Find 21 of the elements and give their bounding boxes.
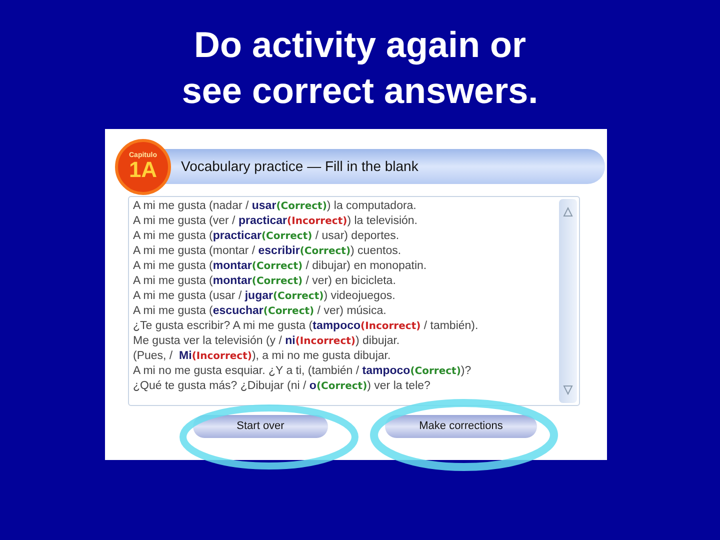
activity-title: Vocabulary practice — Fill in the blank [181, 157, 418, 176]
answer-sentence: ¿Te gusta escribir? A mi me gusta (tampoco(Incorrect) / también). [133, 319, 478, 334]
answer-sentence: (Pues, / Mi(Incorrect)), a mi no me gusta dibujar. [133, 349, 391, 364]
make-corrections-button[interactable]: Make corrections [385, 415, 537, 438]
answer-sentence: A mi me gusta (montar(Correct) / dibujar) en monopatin. [133, 259, 427, 274]
answer-sentence: A mi me gusta (nadar / usar(Correct)) la computadora. [133, 199, 416, 214]
answer-sentence: ¿Qué te gusta más? ¿Dibujar (ni / o(Correct)) ver la tele? [133, 379, 430, 394]
slide-title: Do activity again or see correct answers. [180, 23, 540, 113]
chapter-number: 1A [128, 159, 158, 181]
answer-sentence: A mi me gusta (practicar(Correct) / usar) deportes. [133, 229, 400, 244]
answer-sentence: Me gusta ver la televisión (y / ni(Incorrect)) dibujar. [133, 334, 400, 349]
answer-sentence: A mi me gusta (montar(Correct) / ver) en bicicleta. [133, 274, 396, 289]
scroll-up-icon[interactable] [563, 207, 573, 217]
start-over-button[interactable]: Start over [193, 415, 328, 438]
answer-sentence: A mi me gusta (ver / practicar(Incorrect)) la televisión. [133, 214, 418, 229]
scroll-down-icon[interactable] [563, 385, 573, 395]
answer-sentence: A mi no me gusta esquiar. ¿Y a ti, (también / tampoco(Correct))? [133, 364, 472, 379]
answer-sentence: A mi me gusta (usar / jugar(Correct)) videojuegos. [133, 289, 396, 304]
answer-sentence: A mi me gusta (montar / escribir(Correct)) cuentos. [133, 244, 402, 259]
answer-sentence: A mi me gusta (escuchar(Correct) / ver) música. [133, 304, 386, 319]
scrollbar[interactable] [559, 199, 577, 403]
